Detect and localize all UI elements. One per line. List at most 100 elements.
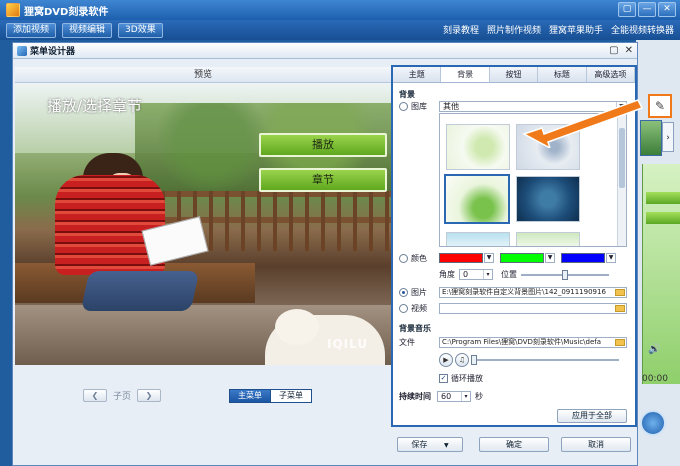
app-title: 狸窝DVD刻录软件 bbox=[24, 6, 109, 18]
background-thumbnail[interactable] bbox=[516, 176, 580, 222]
sub-menu-button[interactable]: 子菜单 bbox=[271, 389, 312, 403]
save-label: 保存 bbox=[411, 440, 428, 449]
music-note-icon[interactable]: ♫ bbox=[455, 353, 469, 367]
angle-spinbox[interactable]: 0 ▾ bbox=[459, 269, 493, 280]
slider-knob[interactable] bbox=[562, 269, 568, 280]
music-controls: ▶ ♫ bbox=[439, 353, 619, 367]
chevron-down-icon[interactable]: ▼ bbox=[444, 442, 449, 449]
subpage-pager: ❮ 子页 ❯ bbox=[83, 389, 162, 402]
angle-value: 0 bbox=[463, 270, 469, 279]
position-slider[interactable] bbox=[521, 269, 609, 280]
color-swatch-red[interactable] bbox=[439, 253, 483, 263]
color-label: 颜色 bbox=[411, 254, 427, 263]
minimize-icon[interactable]: — bbox=[638, 2, 656, 17]
folder-icon[interactable] bbox=[615, 339, 625, 346]
duration-spinbox[interactable]: 60 ▾ bbox=[437, 391, 471, 402]
gallery-label: 图库 bbox=[411, 102, 427, 111]
menu-chapter-button[interactable]: 章节 bbox=[259, 168, 387, 192]
color-swatches: ▼ ▼ ▼ bbox=[439, 253, 616, 263]
music-section-title: 背景音乐 bbox=[399, 324, 431, 333]
chevron-down-icon[interactable]: ▼ bbox=[545, 253, 555, 263]
volume-icon[interactable]: 🔊 bbox=[648, 344, 660, 355]
panel-tabs: 主题 背景 按钮 标题 高级选项 bbox=[393, 67, 636, 83]
slider-knob[interactable] bbox=[471, 355, 477, 365]
peek-menu-bar bbox=[646, 192, 680, 204]
close-icon[interactable]: ✕ bbox=[625, 45, 633, 56]
photo-girl-jeans bbox=[80, 271, 200, 311]
save-button[interactable]: 保存 ▼ bbox=[397, 437, 463, 452]
loop-checkbox[interactable]: ✓ bbox=[439, 374, 448, 383]
background-thumbnail-selected[interactable] bbox=[444, 174, 510, 224]
chevron-down-icon[interactable]: ▼ bbox=[484, 253, 494, 263]
video-radio[interactable] bbox=[399, 304, 408, 313]
tab-title[interactable]: 标题 bbox=[538, 67, 587, 82]
gallery-radio[interactable] bbox=[399, 102, 408, 111]
image-path-field[interactable]: E:\狸窝刻录软件自定义背景图片\142_0911190916 bbox=[439, 287, 627, 298]
peek-menu-bar bbox=[646, 212, 680, 224]
gallery-row: 图库 bbox=[399, 101, 427, 112]
app-logo-icon bbox=[6, 3, 20, 17]
music-path-value: C:\Program Files\狸窝\DVD刻录软件\Music\defa bbox=[442, 338, 602, 346]
menu-title-text[interactable]: 播放/选择章节 bbox=[47, 95, 142, 116]
photo-watermark: IQILU bbox=[327, 337, 369, 351]
chevron-down-icon[interactable]: ▼ bbox=[606, 253, 616, 263]
spin-arrows-icon[interactable]: ▾ bbox=[461, 392, 470, 401]
restore-icon[interactable]: ▢ bbox=[618, 2, 636, 17]
folder-icon[interactable] bbox=[615, 305, 625, 312]
dialog-app-icon bbox=[17, 45, 27, 56]
background-thumbnail[interactable] bbox=[446, 232, 510, 246]
photo-dog-head bbox=[275, 309, 319, 345]
link-burn-tutorial[interactable]: 刻录教程 bbox=[443, 23, 479, 36]
video-label: 视频 bbox=[411, 304, 427, 313]
tab-add-video[interactable]: 添加视频 bbox=[6, 22, 57, 38]
music-path-field[interactable]: C:\Program Files\狸窝\DVD刻录软件\Music\defa bbox=[439, 337, 627, 348]
color-swatch-blue[interactable] bbox=[561, 253, 605, 263]
cancel-button[interactable]: 取消 bbox=[561, 437, 631, 452]
tab-button[interactable]: 按钮 bbox=[490, 67, 539, 82]
play-icon[interactable]: ▶ bbox=[439, 353, 453, 367]
tab-video-edit[interactable]: 视频编辑 bbox=[62, 22, 113, 38]
file-row: 文件 bbox=[399, 337, 415, 348]
folder-icon[interactable] bbox=[615, 289, 625, 296]
menu-play-button[interactable]: 播放 bbox=[259, 133, 387, 157]
app-window-buttons: ▢ — ✕ bbox=[618, 2, 676, 17]
link-photo-video[interactable]: 照片制作视频 bbox=[487, 23, 541, 36]
peek-time: 00:00 bbox=[642, 374, 668, 384]
close-icon[interactable]: ✕ bbox=[658, 2, 676, 17]
chevron-right-icon[interactable]: › bbox=[662, 122, 674, 152]
link-video-converter[interactable]: 全能视频转换器 bbox=[611, 23, 674, 36]
image-row: 图片 bbox=[399, 287, 427, 298]
spin-arrows-icon[interactable]: ▾ bbox=[483, 270, 492, 279]
background-section-title: 背景 bbox=[399, 90, 415, 99]
duration-label: 持续时间 bbox=[399, 392, 431, 401]
slider-track bbox=[471, 359, 619, 361]
file-label: 文件 bbox=[399, 338, 415, 347]
link-apple-helper[interactable]: 狸窝苹果助手 bbox=[549, 23, 603, 36]
duration-row: 持续时间 60 ▾ 秒 bbox=[399, 391, 483, 402]
duration-unit: 秒 bbox=[475, 392, 483, 401]
color-radio[interactable] bbox=[399, 254, 408, 263]
tab-background[interactable]: 背景 bbox=[441, 67, 490, 82]
tab-3d-effect[interactable]: 3D效果 bbox=[118, 22, 163, 38]
tab-theme[interactable]: 主题 bbox=[393, 67, 442, 82]
dialog-titlebar: 菜单设计器 ▢ ✕ bbox=[13, 43, 637, 59]
image-label: 图片 bbox=[411, 288, 427, 297]
video-path-field[interactable] bbox=[439, 303, 627, 314]
background-thumbnail[interactable] bbox=[446, 124, 510, 170]
background-thumbnail[interactable] bbox=[516, 232, 580, 246]
apply-all-button[interactable]: 应用于全部 bbox=[557, 409, 627, 423]
music-progress-slider[interactable] bbox=[471, 355, 619, 365]
tab-advanced[interactable]: 高级选项 bbox=[587, 67, 636, 82]
image-radio[interactable] bbox=[399, 288, 408, 297]
color-swatch-green[interactable] bbox=[500, 253, 544, 263]
ok-button[interactable]: 确定 bbox=[479, 437, 549, 452]
burn-round-button[interactable] bbox=[640, 410, 666, 436]
prev-page-button[interactable]: ❮ bbox=[83, 389, 107, 402]
main-menu-button[interactable]: 主菜单 bbox=[229, 389, 271, 403]
next-page-button[interactable]: ❯ bbox=[137, 389, 162, 402]
maximize-icon[interactable]: ▢ bbox=[609, 45, 618, 56]
edit-menu-icon[interactable]: ✎ bbox=[648, 94, 672, 118]
loop-row: ✓ 循环播放 bbox=[439, 373, 483, 384]
dialog-title: 菜单设计器 bbox=[30, 47, 76, 57]
angle-position-row: 角度 0 ▾ 位置 bbox=[439, 269, 609, 280]
